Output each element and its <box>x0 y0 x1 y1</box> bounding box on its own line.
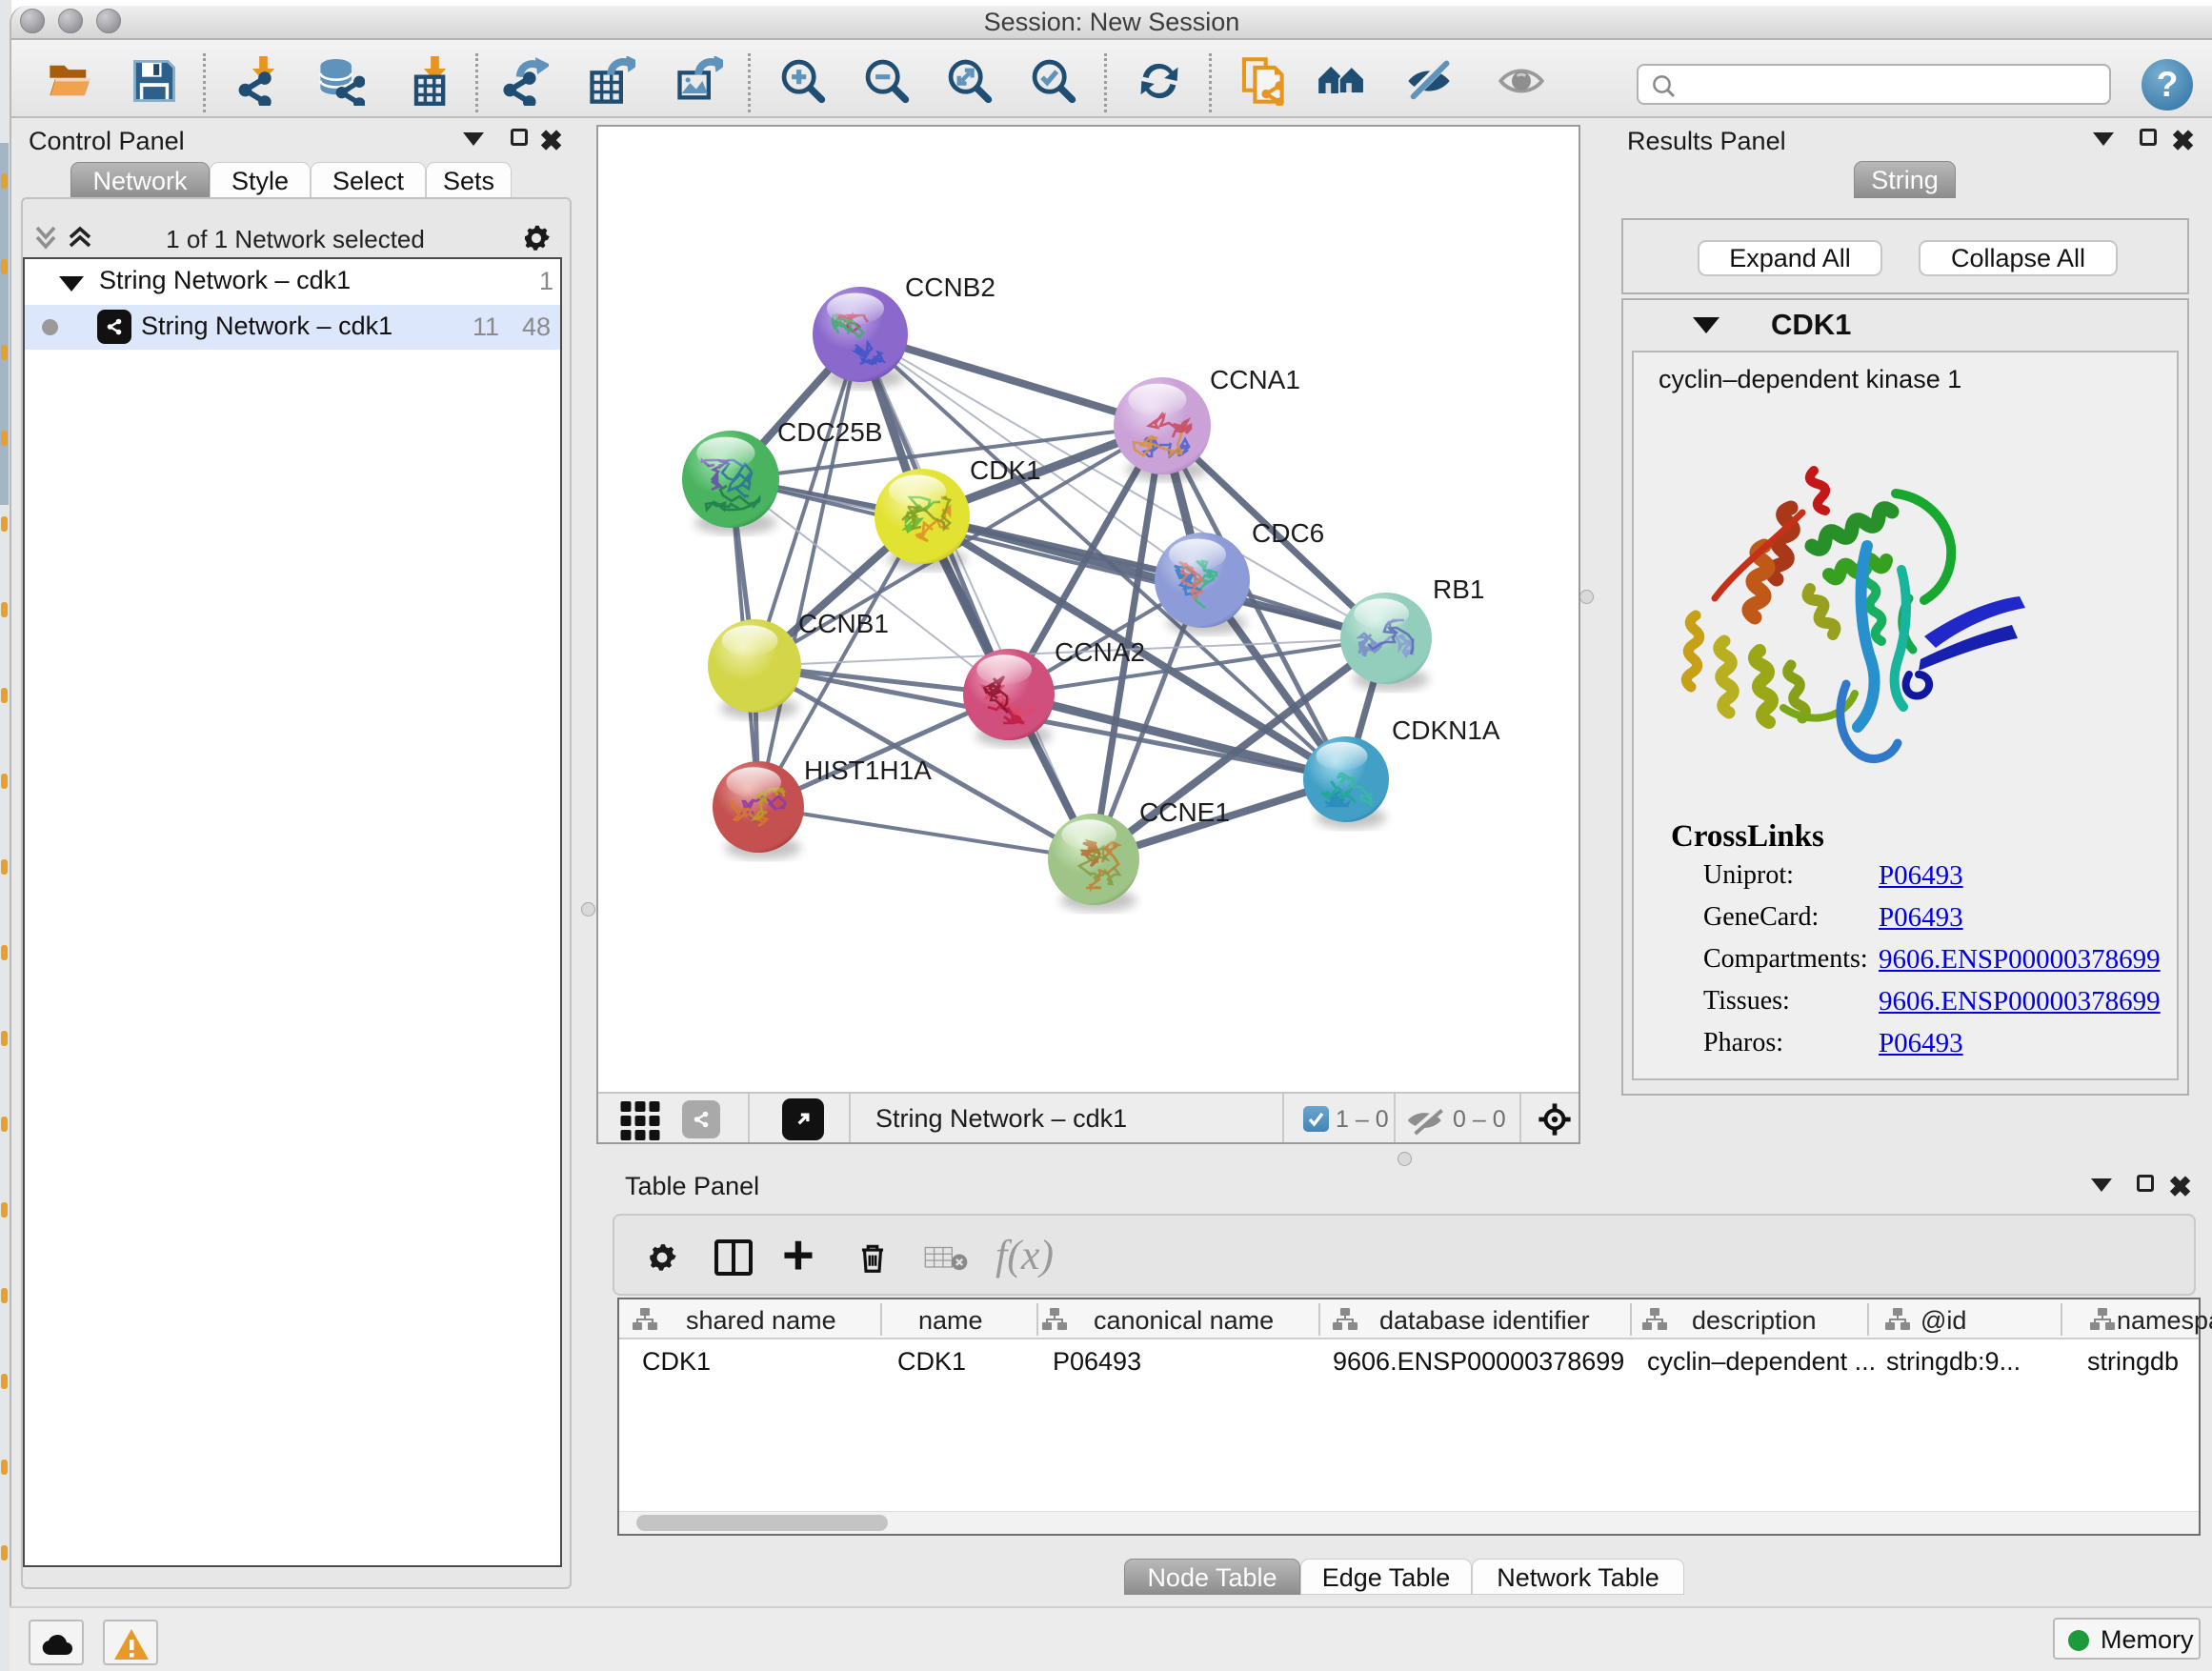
svg-text:HIST1H1A: HIST1H1A <box>804 755 932 785</box>
svg-text:CCNA2: CCNA2 <box>1055 637 1145 667</box>
svg-text:RB1: RB1 <box>1433 574 1484 604</box>
svg-text:CDC25B: CDC25B <box>777 417 882 447</box>
svg-text:CCNB1: CCNB1 <box>798 609 889 638</box>
svg-text:CDK1: CDK1 <box>970 455 1041 485</box>
svg-text:CCNA1: CCNA1 <box>1210 365 1300 394</box>
svg-text:CCNE1: CCNE1 <box>1139 797 1230 827</box>
svg-text:CDKN1A: CDKN1A <box>1392 715 1500 745</box>
svg-text:CDC6: CDC6 <box>1252 518 1324 548</box>
svg-text:CCNB2: CCNB2 <box>905 272 995 302</box>
